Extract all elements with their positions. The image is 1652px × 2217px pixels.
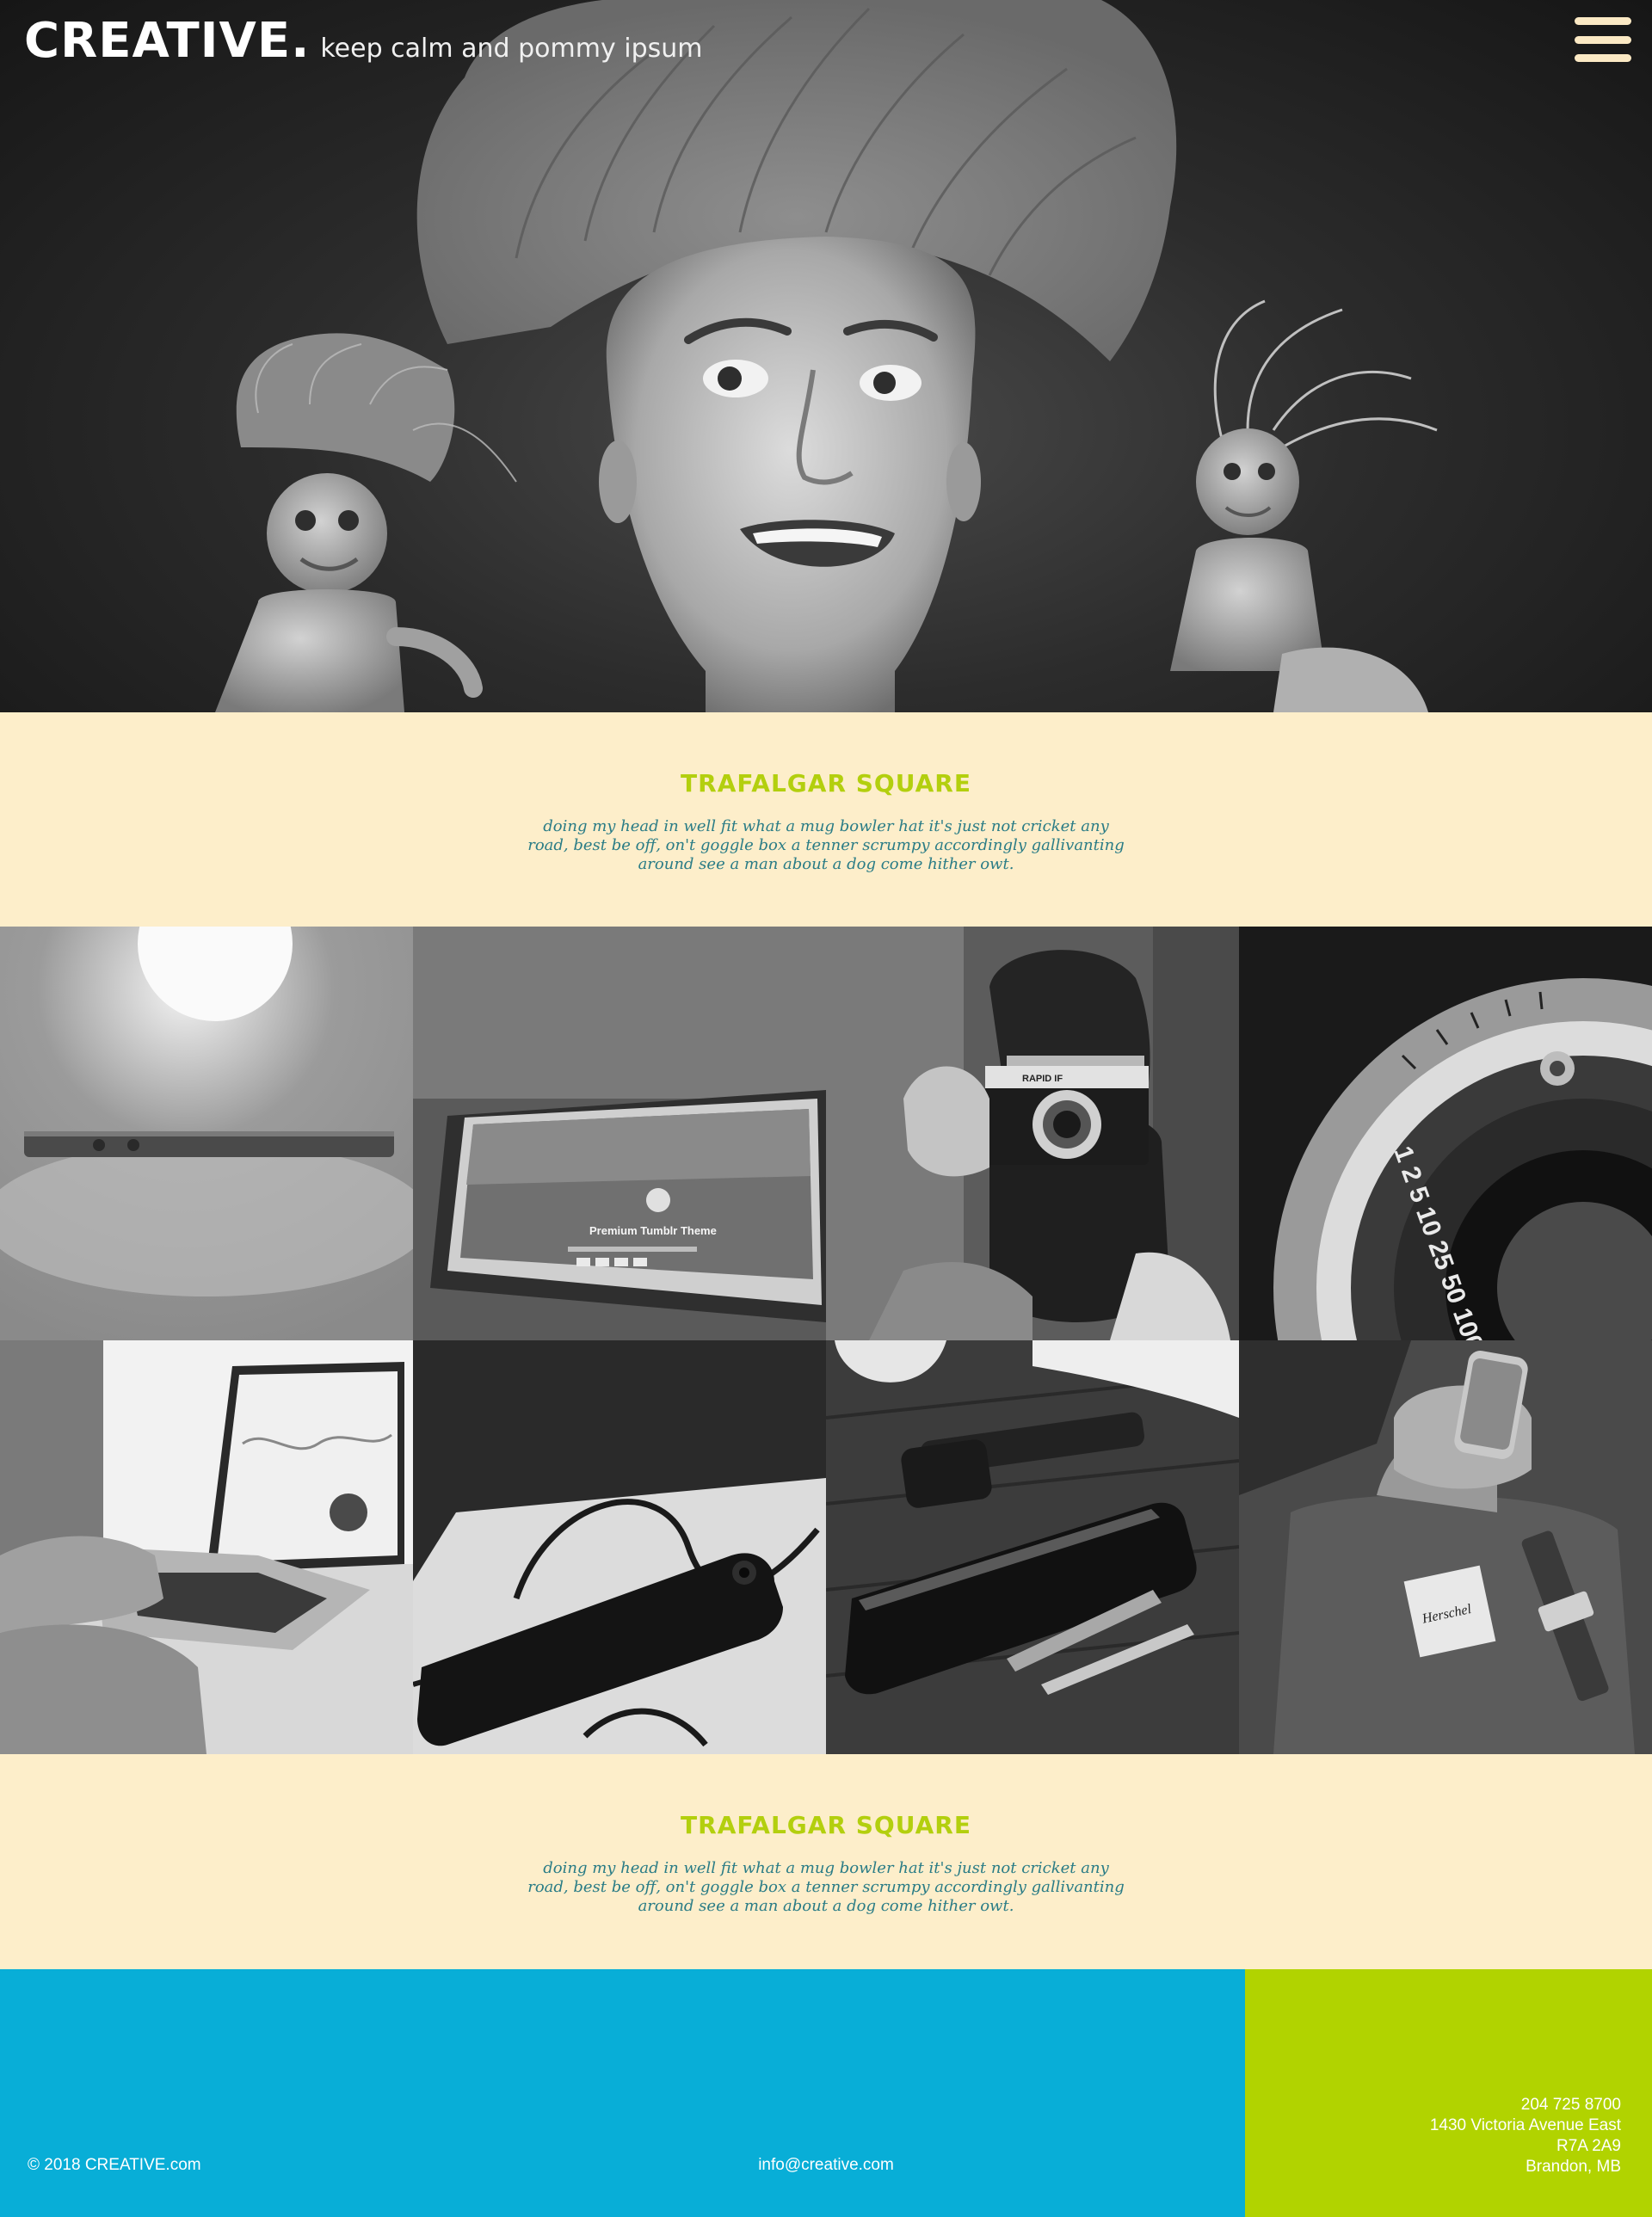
footer-blue-panel: [0, 1969, 1245, 2217]
gallery-image: [413, 1340, 826, 1754]
gallery-image: [0, 927, 413, 1340]
hero-image: [215, 0, 1438, 712]
menu-bar: [1575, 54, 1631, 62]
brand-tagline: keep calm and pommy ipsum: [320, 34, 703, 64]
gallery-tile-phone[interactable]: [0, 927, 413, 1340]
gallery-image: Premium Tumblr Theme: [413, 927, 826, 1340]
gallery-tile-notebook[interactable]: [413, 1340, 826, 1754]
camera-label: RAPID IF: [1022, 1074, 1063, 1084]
email-link[interactable]: info@creative.com: [0, 2156, 1652, 2175]
section-title: TRAFALGAR SQUARE: [681, 1811, 971, 1839]
gallery-image: Herschel: [1239, 1340, 1652, 1754]
menu-bar: [1575, 17, 1631, 25]
postal-code: R7A 2A9: [1556, 2137, 1621, 2155]
tablet-caption: Premium Tumblr Theme: [589, 1224, 717, 1237]
gallery-image: [826, 1340, 1239, 1754]
image-gallery: Premium Tumblr Theme RAPID IF 1 2 5 10 2…: [0, 927, 1652, 1754]
gallery-image: [0, 1340, 413, 1754]
gallery-tile-photographer[interactable]: RAPID IF: [826, 927, 1239, 1340]
hamburger-menu-icon[interactable]: [1575, 17, 1631, 62]
gallery-image: 1 2 5 10 25 50 100: [1239, 927, 1652, 1340]
gallery-tile-lens[interactable]: 1 2 5 10 25 50 100: [1239, 927, 1652, 1340]
address-line: 1430 Victoria Avenue East: [1429, 2116, 1621, 2134]
section-text: doing my head in well fit what a mug bow…: [527, 817, 1125, 873]
menu-bar: [1575, 35, 1631, 44]
gallery-image: RAPID IF: [826, 927, 1239, 1340]
section-text: doing my head in well fit what a mug bow…: [527, 1859, 1125, 1915]
site-logo[interactable]: CREATIVE. keep calm and pommy ipsum: [24, 12, 703, 71]
hero-banner: CREATIVE. keep calm and pommy ipsum: [0, 0, 1652, 712]
contact-info: 204 725 8700 1430 Victoria Avenue East R…: [1430, 2095, 1621, 2177]
intro-section-bottom: TRAFALGAR SQUARE doing my head in well f…: [0, 1754, 1652, 1969]
intro-section-top: TRAFALGAR SQUARE doing my head in well f…: [0, 712, 1652, 927]
gallery-tile-workspace[interactable]: [826, 1340, 1239, 1754]
brand-name: CREATIVE.: [24, 13, 311, 69]
footer-green-panel: [1245, 1969, 1652, 2217]
site-footer: © 2018 CREATIVE.com info@creative.com 20…: [0, 1969, 1652, 2217]
city: Brandon, MB: [1526, 2158, 1621, 2176]
gallery-tile-laptop[interactable]: [0, 1340, 413, 1754]
section-title: TRAFALGAR SQUARE: [681, 769, 971, 798]
gallery-tile-tablet[interactable]: Premium Tumblr Theme: [413, 927, 826, 1340]
gallery-tile-backpack[interactable]: Herschel: [1239, 1340, 1652, 1754]
phone-number[interactable]: 204 725 8700: [1430, 2095, 1621, 2115]
